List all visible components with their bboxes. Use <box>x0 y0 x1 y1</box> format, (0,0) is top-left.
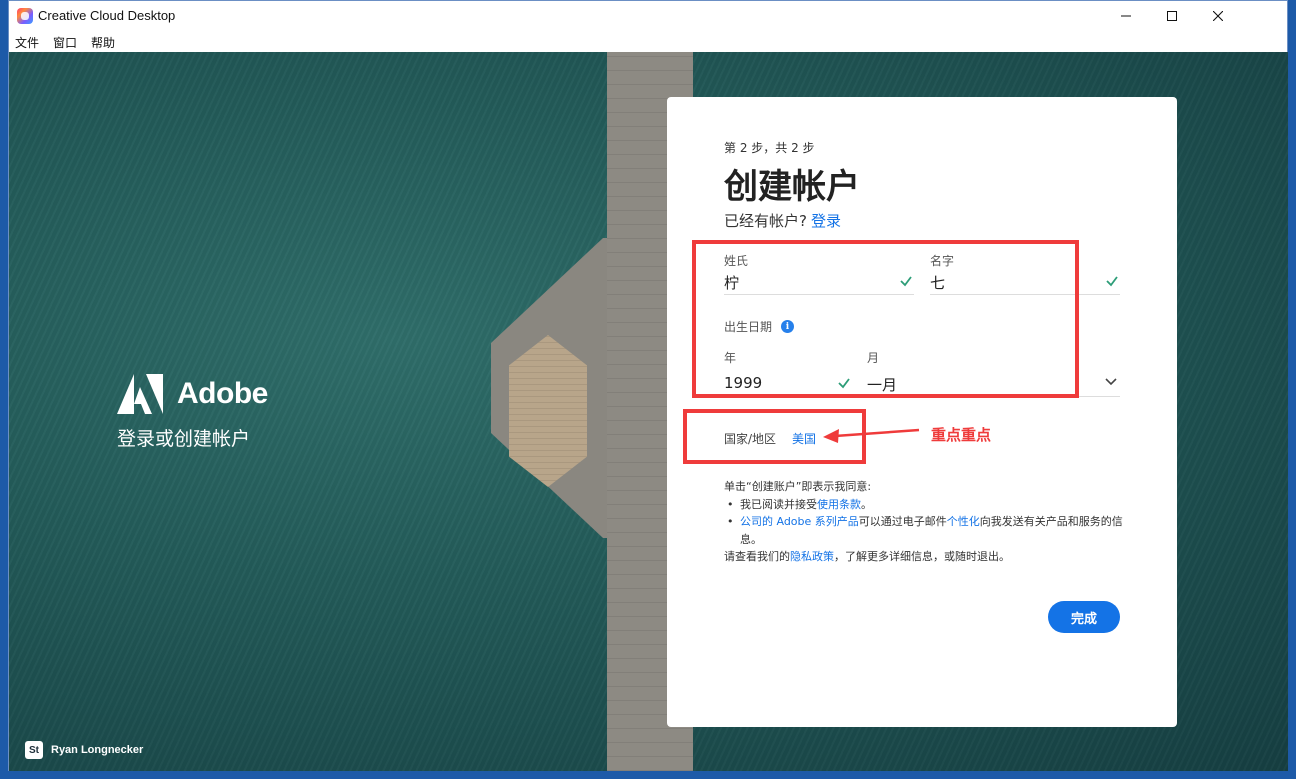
brand-subtitle: 登录或创建帐户 <box>117 428 251 450</box>
login-link[interactable]: 登录 <box>811 212 841 230</box>
have-account-line: 已经有帐户? 登录 <box>724 210 841 231</box>
window-title: Creative Cloud Desktop <box>38 8 176 23</box>
adobe-icon <box>117 374 163 414</box>
menu-window[interactable]: 窗口 <box>53 34 77 51</box>
pier-pavilion <box>509 335 587 487</box>
checkmark-icon <box>1106 276 1118 287</box>
desktop-edge-right <box>1288 0 1296 779</box>
privacy-suffix: ，了解更多详细信息，或随时退出。 <box>834 550 1010 563</box>
terms-list: 我已阅读并接受使用条款。 公司的 Adobe 系列产品可以通过电子邮件个性化向我… <box>724 496 1124 549</box>
terms-item: 公司的 Adobe 系列产品可以通过电子邮件个性化向我发送有关产品和服务的信息。 <box>724 513 1124 548</box>
annotation-note: 重点重点 <box>931 426 992 444</box>
minimize-icon <box>1121 15 1131 17</box>
chevron-down-icon[interactable] <box>1105 378 1117 386</box>
brand-block: Adobe 登录或创建帐户 <box>117 374 268 451</box>
adobe-family-link[interactable]: 公司的 Adobe 系列产品 <box>740 515 859 528</box>
privacy-prefix: 请查看我们的 <box>724 550 790 563</box>
page-title: 创建帐户 <box>724 167 860 207</box>
desktop-edge-left <box>0 0 8 779</box>
photo-credit-name: Ryan Longnecker <box>51 744 144 756</box>
terms-item2-mid: 可以通过电子邮件 <box>858 515 947 528</box>
terms-intro: 单击“创建账户”即表示我同意: <box>724 480 872 493</box>
done-button[interactable]: 完成 <box>1048 601 1120 633</box>
menu-help[interactable]: 帮助 <box>91 34 115 51</box>
have-account-text: 已经有帐户? <box>724 212 807 230</box>
menu-file[interactable]: 文件 <box>15 34 39 51</box>
minimize-button[interactable] <box>1103 1 1149 31</box>
terms-item1-prefix: 我已阅读并接受 <box>740 497 817 511</box>
terms-item1-suffix: 。 <box>861 497 872 511</box>
maximize-icon <box>1167 11 1177 21</box>
desktop-edge-bottom <box>0 771 1296 779</box>
personalize-link[interactable]: 个性化 <box>947 515 980 528</box>
terms-of-use-link[interactable]: 使用条款 <box>817 498 861 511</box>
adobe-stock-icon: St <box>25 741 43 759</box>
app-window: Creative Cloud Desktop 文件 窗口 帮助 Adobe 登录… <box>8 0 1288 771</box>
content-area: Adobe 登录或创建帐户 St Ryan Longnecker 第 2 步，共… <box>9 52 1288 771</box>
menu-bar: 文件 窗口 帮助 <box>9 31 1287 52</box>
privacy-line: 请查看我们的隐私政策，了解更多详细信息，或随时退出。 <box>724 548 1124 566</box>
close-button[interactable] <box>1195 1 1241 31</box>
privacy-policy-link[interactable]: 隐私政策 <box>790 550 834 563</box>
adobe-logo: Adobe <box>117 374 268 414</box>
annotation-arrow-icon <box>823 428 920 443</box>
creative-cloud-icon <box>17 8 33 24</box>
close-icon <box>1213 11 1223 21</box>
adobe-wordmark: Adobe <box>177 377 268 410</box>
step-indicator: 第 2 步，共 2 步 <box>724 141 815 155</box>
photo-credit: St Ryan Longnecker <box>25 741 143 759</box>
maximize-button[interactable] <box>1149 1 1195 31</box>
annotation-box-name-dob <box>692 240 1079 398</box>
terms-block: 单击“创建账户”即表示我同意: 我已阅读并接受使用条款。 公司的 Adobe 系… <box>724 478 1124 566</box>
terms-item: 我已阅读并接受使用条款。 <box>724 496 1124 514</box>
title-bar[interactable]: Creative Cloud Desktop <box>9 1 1287 31</box>
